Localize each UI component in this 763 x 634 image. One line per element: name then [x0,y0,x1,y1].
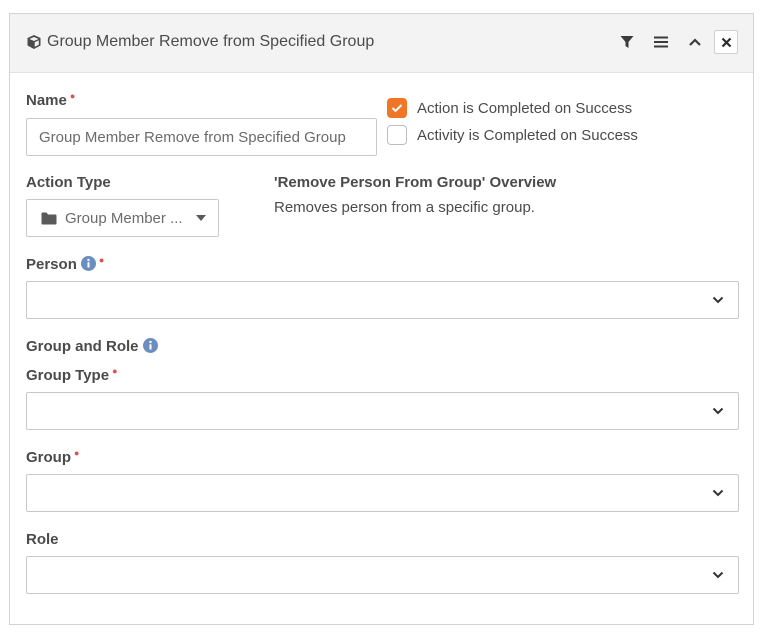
person-picker[interactable] [26,281,739,319]
filter-button[interactable] [617,32,637,52]
info-icon[interactable] [142,338,158,353]
role-label: Role [26,531,59,548]
close-button[interactable] [714,30,738,54]
chevron-down-icon [712,407,724,415]
role-select[interactable] [26,556,739,594]
action-completed-label: Action is Completed on Success [417,99,633,117]
cube-icon [27,35,41,49]
menu-button[interactable] [651,32,671,52]
group-and-role-label: Group and Role [26,338,158,355]
info-icon[interactable] [80,256,96,271]
action-type-value: Group Member ... [65,209,183,227]
action-type-label: Action Type [26,174,111,191]
group-label: Group ● [26,448,80,466]
action-type-picker[interactable]: Group Member ... [26,199,219,237]
close-icon [721,37,731,47]
workflow-action-panel: Group Member Remove from Specified Group [9,13,754,625]
activity-completed-checkbox-row[interactable]: Activity is Completed on Success [387,125,638,145]
panel-title: Group Member Remove from Specified Group [47,33,375,50]
checkmark-icon [391,104,403,113]
group-type-select[interactable] [26,392,739,430]
caret-down-icon [196,215,206,221]
activity-completed-checkbox[interactable] [387,125,407,145]
required-indicator: ● [74,448,80,458]
filter-icon [620,36,634,48]
chevron-down-icon [712,296,724,304]
required-indicator: ● [112,366,118,376]
chevron-down-icon [712,571,724,579]
person-label: Person ● [26,255,105,273]
activity-completed-label: Activity is Completed on Success [417,126,638,144]
chevron-up-icon [689,38,701,46]
required-indicator: ● [98,255,105,265]
collapse-button[interactable] [685,32,705,52]
overview-description: Removes person from a specific group. [274,199,535,216]
chevron-down-icon [712,489,724,497]
group-select[interactable] [26,474,739,512]
action-completed-checkbox-row[interactable]: Action is Completed on Success [387,98,632,118]
panel-header: Group Member Remove from Specified Group [10,14,753,73]
group-type-label: Group Type ● [26,366,118,384]
required-indicator: ● [69,91,76,101]
folder-icon [41,212,57,224]
name-label: Name ● [26,91,76,109]
name-input[interactable] [26,118,377,156]
action-completed-checkbox[interactable] [387,98,407,118]
overview-title: 'Remove Person From Group' Overview [274,174,557,191]
hamburger-menu-icon [654,36,668,48]
